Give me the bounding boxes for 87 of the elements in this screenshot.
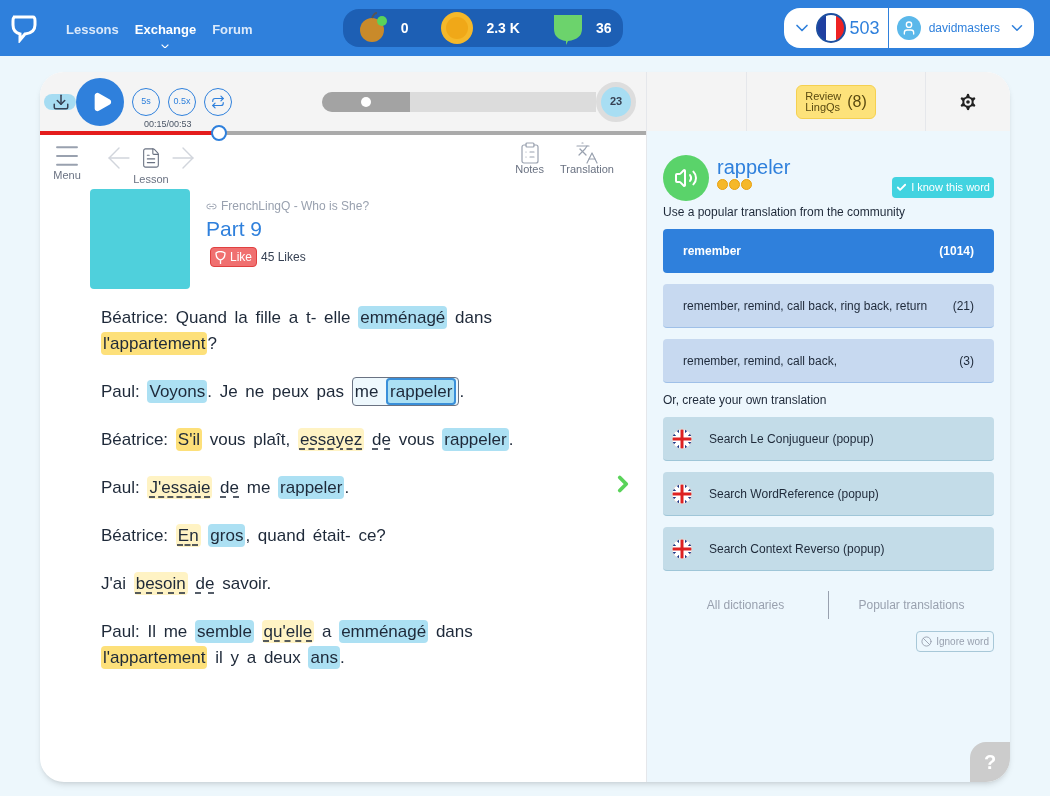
lesson-title: Part 9 [206,216,264,242]
lesson-text: Paul: Il me [101,622,189,641]
lesson-word[interactable]: l'appartement [101,332,208,355]
dictionary-link[interactable]: Search WordReference (popup) [663,472,994,516]
speaker-icon [674,166,698,190]
audio-time: 00:15/00:53 [144,117,192,131]
selected-phrase[interactable]: me rappeler [351,377,460,406]
lesson-text: il y a deux [214,648,302,667]
coin-icon [440,11,475,45]
status-coin-icon [741,179,752,190]
status-coin-icon [729,179,740,190]
lesson-text: vous [397,430,436,449]
lesson-word[interactable]: J'essaie [147,476,213,499]
document-icon [140,147,162,169]
lesson-text: vous plaît, [208,430,292,449]
stat-count: 2.3 K [486,19,520,38]
lesson-text: J'ai [101,574,127,593]
toolbar-label[interactable]: Notes [515,161,544,178]
lesson-text: me [245,478,272,497]
check-icon [896,181,908,193]
lesson-text: Béatrice: [101,430,170,449]
lesson-text: savoir. [221,574,272,593]
language-selector[interactable]: 503 [783,8,889,48]
lesson-text: . [508,430,514,449]
lesson-word[interactable]: Voyons [147,380,208,403]
lesson-word[interactable]: de [220,476,240,499]
word-term: rappeler [717,155,791,179]
progress-marker [360,96,371,107]
stat-count: 0 [400,19,409,38]
page-badge: 23 [596,81,636,122]
lesson-word[interactable]: S'il [175,428,202,451]
repeat-icon [211,94,225,109]
lesson-text: ? [207,334,217,353]
lesson-text: dans [434,622,473,641]
play-button[interactable] [76,77,124,126]
lesson-word[interactable]: emménagé [358,306,448,329]
lesson-word[interactable]: de [372,428,391,451]
status-coin-icon [717,179,728,190]
lesson-word[interactable]: gros [208,524,246,547]
lesson-text: . [344,478,350,497]
lesson-word[interactable]: rappeler [386,378,457,405]
dictionary-link[interactable]: Search Context Reverso (popup) [663,527,994,571]
toolbar-label[interactable]: Translation [560,161,614,178]
ignore-icon [921,636,933,647]
lesson-word[interactable]: semble [195,620,254,643]
settings-icon[interactable] [957,90,979,113]
uk-flag-icon [671,537,693,560]
flag-icon [815,13,846,43]
lesson-word[interactable]: ans [308,646,340,669]
lesson-word[interactable]: rappeler [442,428,509,451]
toolbar-label[interactable]: Lesson [133,171,169,188]
translate-icon [575,141,599,165]
nav-link[interactable]: Exchange [134,8,197,48]
lesson-text: Béatrice: Quand la fille a t- elle [101,308,352,327]
download-toggle[interactable] [44,93,76,110]
toolbar-label[interactable]: Menu [53,167,81,184]
lesson-word[interactable]: de [195,572,215,595]
lesson-text: Paul: [101,478,141,497]
lesson-text: Paul: [101,382,141,401]
lesson-text: . Je ne peux pas [207,382,345,401]
own-translation-label: Or, create your own translation [663,392,828,409]
translation-option[interactable]: remember, remind, call back, ring back, return (21) [663,284,994,328]
uk-flag-icon [671,427,693,450]
lesson-text: a [320,622,333,641]
likes-count: 45 Likes [261,249,306,266]
uk-flag-icon [671,482,693,505]
lesson-word[interactable]: essayez [297,428,365,451]
dictionary-link[interactable]: Search Le Conjugueur (popup) [663,417,994,461]
lesson-word[interactable]: rappeler [278,476,345,499]
lesson-text: . [459,382,465,401]
lesson-word[interactable]: l'appartement [101,646,208,669]
user-menu[interactable]: davidmasters [888,8,1034,48]
lesson-word[interactable]: emménagé [339,620,429,643]
lesson-text: dans [454,308,492,327]
lesson-text: Béatrice: [101,526,170,545]
lesson-word[interactable]: En [175,524,201,547]
stat-count: 36 [595,19,612,38]
download-icon [52,92,70,111]
lesson-word[interactable]: besoin [133,572,188,595]
lesson-word[interactable]: qu'elle [261,620,315,643]
audio-track[interactable] [40,125,646,141]
translation-hint: Use a popular translation from the community [663,204,907,221]
lesson-text: me [354,382,380,401]
translation-option[interactable]: remember, remind, call back, (3) [663,339,994,383]
lesson-text: . [339,648,345,667]
lesson-text: , quand était- ce? [245,526,386,545]
translation-option[interactable]: remember (1014) [663,229,994,273]
